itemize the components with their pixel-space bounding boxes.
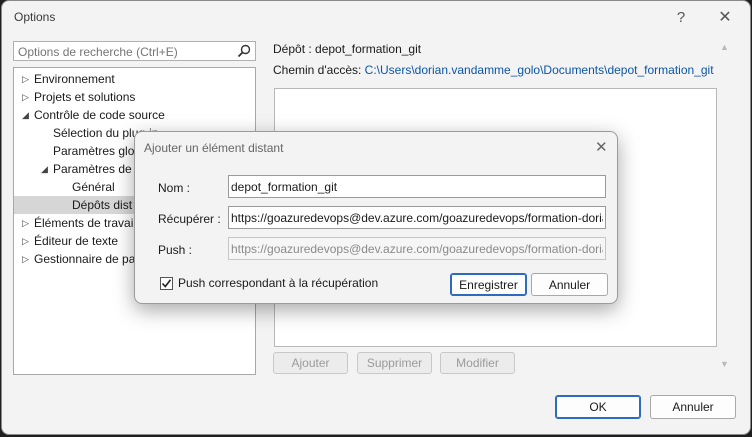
push-match-label[interactable]: Push correspondant à la récupération	[178, 276, 378, 290]
tree-item-label: Éléments de travai	[34, 216, 134, 230]
help-button[interactable]: ?	[668, 7, 694, 29]
depot-prefix: Dépôt :	[273, 42, 316, 56]
edit-remote-button[interactable]: Modifier	[440, 352, 515, 374]
close-window-button[interactable]: ✕	[712, 7, 738, 29]
search-icon[interactable]	[236, 43, 252, 59]
tree-item[interactable]: ▷ Environnement	[22, 70, 115, 88]
title-bar: Options ? ✕	[2, 1, 750, 33]
depot-label: Dépôt : depot_formation_git	[273, 42, 421, 56]
tree-item[interactable]: ▷ Gestionnaire de pa	[22, 250, 135, 268]
push-label: Push :	[158, 243, 193, 257]
push-field-box	[228, 237, 606, 260]
path-label: Chemin d'accès: C:\Users\dorian.vandamme…	[273, 63, 714, 77]
scroll-up-icon[interactable]: ▲	[720, 42, 729, 52]
expander-icon[interactable]: ▷	[22, 232, 34, 250]
path-prefix: Chemin d'accès:	[273, 63, 365, 77]
depot-name: depot_formation_git	[315, 42, 422, 56]
cancel-button[interactable]: Annuler	[650, 395, 736, 419]
path-link[interactable]: C:\Users\dorian.vandamme_golo\Documents\…	[365, 63, 714, 77]
remove-remote-button[interactable]: Supprimer	[357, 352, 432, 374]
add-remote-button[interactable]: Ajouter	[273, 352, 348, 374]
options-search-box[interactable]	[13, 41, 256, 61]
tree-item-label: Gestionnaire de pa	[34, 252, 136, 266]
tree-item-label: Environnement	[34, 72, 115, 86]
search-input[interactable]	[18, 44, 228, 59]
ok-button[interactable]: OK	[555, 395, 641, 419]
name-field-box	[228, 175, 606, 198]
fetch-label: Récupérer :	[158, 212, 221, 226]
window-title: Options	[14, 10, 56, 24]
dialog-close-icon[interactable]: ✕	[595, 138, 608, 156]
tree-item-label: Paramètres glo	[53, 144, 135, 158]
name-field[interactable]	[231, 179, 603, 195]
fetch-url-field[interactable]	[231, 210, 603, 226]
tree-item[interactable]: ▷ Éditeur de texte	[22, 232, 118, 250]
tree-item-label: Éditeur de texte	[34, 234, 119, 248]
push-url-field[interactable]	[231, 241, 603, 257]
expander-icon[interactable]: ▷	[22, 70, 34, 88]
fetch-field-box	[228, 206, 606, 229]
tree-item-label: Dépôts dist	[72, 198, 133, 212]
expander-icon[interactable]: ▷	[22, 88, 34, 106]
tree-item-label: Projets et solutions	[34, 90, 136, 104]
expander-icon[interactable]: ▷	[22, 214, 34, 232]
tree-item[interactable]: Paramètres glo	[41, 142, 134, 160]
dialog-cancel-button[interactable]: Annuler	[531, 273, 608, 296]
tree-item-label: Général	[72, 180, 115, 194]
expander-icon[interactable]: ◢	[22, 106, 34, 124]
tree-item-label: Contrôle de code source	[34, 108, 165, 122]
tree-item[interactable]: ◢ Contrôle de code source	[22, 106, 165, 124]
expander-icon[interactable]: ▷	[22, 250, 34, 268]
push-match-checkbox[interactable]	[160, 277, 173, 290]
tree-item-label: Paramètres de	[53, 162, 132, 176]
checkmark-icon	[161, 279, 172, 288]
tree-item[interactable]: Général	[60, 178, 115, 196]
add-remote-dialog: Ajouter un élément distant ✕ Nom : Récup…	[134, 131, 618, 304]
tree-item[interactable]: ▷ Éléments de travai	[22, 214, 133, 232]
expander-icon[interactable]: ◢	[41, 160, 53, 178]
scroll-down-icon[interactable]: ▼	[720, 359, 729, 369]
tree-item[interactable]: ▷ Projets et solutions	[22, 88, 135, 106]
tree-item[interactable]: ◢ Paramètres de	[41, 160, 132, 178]
dialog-title: Ajouter un élément distant	[144, 141, 284, 155]
name-label: Nom :	[158, 181, 191, 195]
save-button[interactable]: Enregistrer	[450, 273, 527, 296]
